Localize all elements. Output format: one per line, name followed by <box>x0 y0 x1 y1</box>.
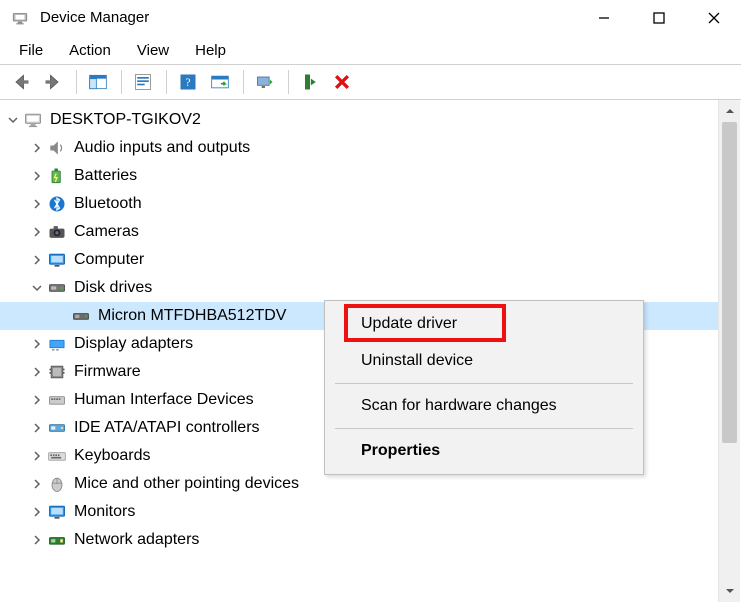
tree-root[interactable]: DESKTOP-TGIKOV2 <box>0 106 718 134</box>
context-menu-uninstall-device[interactable]: Uninstall device <box>327 343 641 379</box>
show-hide-tree-button[interactable] <box>83 68 113 96</box>
chevron-down-icon[interactable] <box>4 111 22 129</box>
tree-node-batteries[interactable]: Batteries <box>0 162 718 190</box>
tree-node-label: Computer <box>74 251 144 269</box>
tree-node-network-adapters[interactable]: Network adapters <box>0 526 718 554</box>
enable-device-button[interactable] <box>295 68 325 96</box>
back-button[interactable] <box>6 68 36 96</box>
context-menu-separator <box>335 383 633 384</box>
vertical-scrollbar[interactable] <box>718 100 740 602</box>
network-adapter-icon <box>46 529 68 551</box>
hid-icon <box>46 389 68 411</box>
tree-node-computer[interactable]: Computer <box>0 246 718 274</box>
scrollbar-thumb[interactable] <box>722 122 737 443</box>
menu-view[interactable]: View <box>126 40 180 61</box>
chevron-right-icon[interactable] <box>28 391 46 409</box>
tree-node-label: Disk drives <box>74 279 152 297</box>
tree-node-label: Display adapters <box>74 335 193 353</box>
titlebar: Device Manager <box>0 0 741 36</box>
window-title: Device Manager <box>40 9 149 26</box>
menu-file[interactable]: File <box>8 40 54 61</box>
forward-button[interactable] <box>38 68 68 96</box>
chevron-right-icon[interactable] <box>28 531 46 549</box>
chevron-right-icon[interactable] <box>28 419 46 437</box>
chevron-right-icon[interactable] <box>28 363 46 381</box>
tree-node-label: Bluetooth <box>74 195 142 213</box>
menubar: File Action View Help <box>0 36 741 64</box>
tree-node-label: DESKTOP-TGIKOV2 <box>50 111 201 129</box>
context-menu-update-driver[interactable]: Update driver <box>327 306 641 342</box>
disk-drive-icon <box>70 305 92 327</box>
tree-node-label: IDE ATA/ATAPI controllers <box>74 419 260 437</box>
disk-drive-icon <box>46 277 68 299</box>
context-menu-scan-hardware[interactable]: Scan for hardware changes <box>327 388 641 424</box>
mouse-icon <box>46 473 68 495</box>
tree-node-label: Cameras <box>74 223 139 241</box>
context-menu-properties[interactable]: Properties <box>327 433 641 469</box>
scroll-down-button[interactable] <box>719 580 740 602</box>
window-controls <box>576 0 741 35</box>
chevron-right-icon[interactable] <box>28 335 46 353</box>
speaker-icon <box>46 137 68 159</box>
update-driver-toolbar-button[interactable] <box>250 68 280 96</box>
monitor-icon <box>46 501 68 523</box>
ide-controller-icon <box>46 417 68 439</box>
keyboard-icon <box>46 445 68 467</box>
toolbar-separator <box>76 70 77 94</box>
tree-node-disk-drives[interactable]: Disk drives <box>0 274 718 302</box>
svg-text:?: ? <box>185 76 190 89</box>
toolbar-separator <box>288 70 289 94</box>
scan-hardware-button[interactable] <box>205 68 235 96</box>
camera-icon <box>46 221 68 243</box>
minimize-button[interactable] <box>576 0 631 35</box>
display-adapter-icon <box>46 333 68 355</box>
tree-node-bluetooth[interactable]: Bluetooth <box>0 190 718 218</box>
device-manager-icon <box>10 8 30 28</box>
tree-node-label: Mice and other pointing devices <box>74 475 299 493</box>
tree-node-label: Network adapters <box>74 531 199 549</box>
tree-node-label: Micron MTFDHBA512TDV <box>98 307 286 325</box>
context-menu-separator <box>335 428 633 429</box>
uninstall-device-toolbar-button[interactable] <box>327 68 357 96</box>
scrollbar-track[interactable] <box>719 122 740 580</box>
context-menu: Update driver Uninstall device Scan for … <box>324 300 644 475</box>
tree-node-audio[interactable]: Audio inputs and outputs <box>0 134 718 162</box>
computer-icon <box>22 109 44 131</box>
tree-node-label: Keyboards <box>74 447 151 465</box>
tree-node-monitors[interactable]: Monitors <box>0 498 718 526</box>
close-button[interactable] <box>686 0 741 35</box>
tree-node-label: Batteries <box>74 167 137 185</box>
chevron-right-icon[interactable] <box>28 167 46 185</box>
chevron-right-icon[interactable] <box>28 223 46 241</box>
menu-help[interactable]: Help <box>184 40 237 61</box>
tree-node-label: Firmware <box>74 363 141 381</box>
chevron-right-icon[interactable] <box>28 475 46 493</box>
chevron-right-icon[interactable] <box>28 503 46 521</box>
toolbar-separator <box>121 70 122 94</box>
properties-button[interactable] <box>128 68 158 96</box>
chevron-right-icon[interactable] <box>28 447 46 465</box>
firmware-icon <box>46 361 68 383</box>
chevron-right-icon[interactable] <box>28 251 46 269</box>
maximize-button[interactable] <box>631 0 686 35</box>
tree-node-label: Human Interface Devices <box>74 391 254 409</box>
toolbar-separator <box>243 70 244 94</box>
tree-node-cameras[interactable]: Cameras <box>0 218 718 246</box>
chevron-down-icon[interactable] <box>28 279 46 297</box>
monitor-icon <box>46 249 68 271</box>
help-button[interactable]: ? <box>173 68 203 96</box>
scroll-up-button[interactable] <box>719 100 740 122</box>
chevron-right-icon[interactable] <box>28 139 46 157</box>
battery-icon <box>46 165 68 187</box>
toolbar: ? <box>0 64 741 100</box>
chevron-right-icon[interactable] <box>28 195 46 213</box>
content-area: DESKTOP-TGIKOV2 Audio inputs and outputs… <box>0 100 741 602</box>
toolbar-separator <box>166 70 167 94</box>
tree-node-label: Audio inputs and outputs <box>74 139 250 157</box>
menu-action[interactable]: Action <box>58 40 122 61</box>
bluetooth-icon <box>46 193 68 215</box>
tree-node-label: Monitors <box>74 503 135 521</box>
